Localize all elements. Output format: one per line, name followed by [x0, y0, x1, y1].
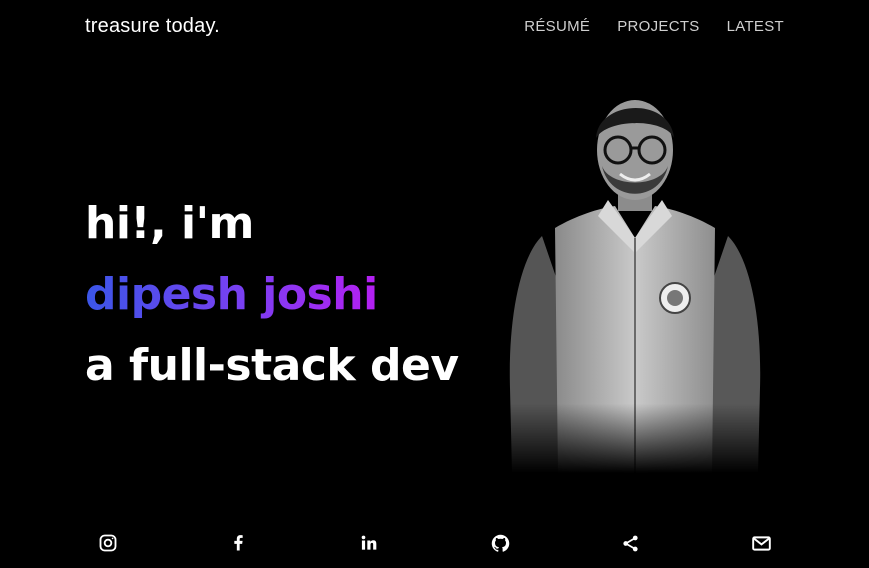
share-link[interactable] — [615, 528, 645, 558]
nav-latest[interactable]: LATEST — [727, 18, 784, 35]
mail-link[interactable] — [746, 528, 776, 558]
social-links — [0, 528, 869, 558]
hero-name-text: dipesh joshi — [85, 269, 378, 320]
instagram-link[interactable] — [93, 528, 123, 558]
linkedin-icon — [361, 535, 377, 550]
facebook-icon — [234, 535, 243, 551]
hero-name: dipesh joshi — [85, 259, 459, 330]
github-link[interactable] — [485, 528, 515, 558]
hero-greeting: hi!, i'm — [85, 198, 254, 249]
hero-heading: hi!, i'm dipesh joshi a full-stack dev — [85, 188, 459, 401]
mail-icon — [751, 535, 771, 551]
profile-photo — [509, 100, 761, 473]
linkedin-link[interactable] — [354, 528, 384, 558]
nav-projects[interactable]: PROJECTS — [617, 18, 699, 35]
facebook-link[interactable] — [223, 528, 253, 558]
main-nav: RÉSUMÉ PROJECTS LATEST — [524, 18, 784, 35]
github-icon — [491, 534, 509, 552]
nav-resume[interactable]: RÉSUMÉ — [524, 18, 590, 35]
hero-tagline: a full-stack dev — [85, 340, 459, 391]
share-icon — [622, 535, 638, 551]
brand-logo[interactable]: treasure today. — [85, 15, 220, 38]
instagram-icon — [99, 534, 117, 552]
